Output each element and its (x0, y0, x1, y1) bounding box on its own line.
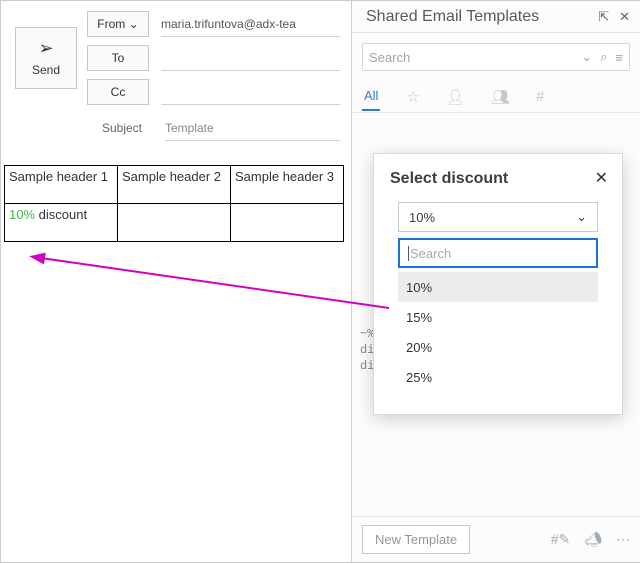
cc-value[interactable] (161, 79, 340, 105)
discount-options: 10% 15% 20% 25% (398, 272, 598, 392)
compose-pane: ➢ Send From ⌄ maria.trifuntova@adx-tea T… (1, 1, 350, 562)
search-placeholder: Search (408, 246, 451, 261)
pin-icon[interactable]: ⇱ (598, 9, 609, 25)
chevron-down-icon[interactable]: ⌄ (581, 49, 592, 65)
chevron-down-icon: ⌄ (129, 17, 139, 31)
discount-option[interactable]: 10% (398, 272, 598, 302)
discount-value: 10% (9, 207, 35, 222)
discount-search-input[interactable]: Search (398, 238, 598, 268)
panel-bottom-bar: New Template #✎ 📣︎ ⋯ (352, 516, 640, 562)
dialog-close-icon[interactable]: ✕ (595, 168, 608, 188)
panel-title-text: Shared Email Templates (366, 8, 588, 26)
discount-word: discount (39, 207, 87, 222)
to-value[interactable] (161, 45, 340, 71)
table-header-cell: Sample header 2 (118, 166, 231, 204)
select-discount-dialog: ✕ Select discount 10% ⌄ Search 10% 15% 2… (373, 153, 623, 415)
megaphone-icon[interactable]: 📣︎ (584, 531, 602, 548)
subject-value[interactable]: Template (165, 115, 340, 141)
people-icon[interactable]: 👥︎ (491, 88, 510, 106)
send-label: Send (32, 63, 60, 77)
discount-option[interactable]: 20% (398, 332, 598, 362)
tab-all[interactable]: All (362, 82, 380, 111)
table-row: 10% discount (5, 204, 344, 242)
star-icon[interactable]: ☆ (406, 88, 419, 106)
settings-icon[interactable]: ≡ (615, 50, 623, 65)
search-icon[interactable]: ⌕ (600, 49, 607, 65)
from-button[interactable]: From ⌄ (87, 11, 149, 37)
table-header-row: Sample header 1 Sample header 2 Sample h… (5, 166, 344, 204)
person-icon[interactable]: 👤︎ (446, 88, 465, 106)
table-cell (118, 204, 231, 242)
tag-icon[interactable]: #✎ (551, 531, 571, 548)
from-value: maria.trifuntova@adx-tea (161, 11, 340, 37)
hash-icon[interactable]: # (536, 88, 544, 105)
panel-search[interactable]: Search ⌄ ⌕ ≡ (362, 43, 630, 71)
panel-search-placeholder: Search (369, 50, 581, 65)
subject-label: Subject (91, 121, 153, 135)
email-body[interactable]: Sample header 1 Sample header 2 Sample h… (1, 150, 350, 245)
dialog-title: Select discount (390, 170, 606, 188)
sample-table: Sample header 1 Sample header 2 Sample h… (4, 165, 344, 242)
chevron-down-icon: ⌄ (576, 209, 587, 225)
table-cell (231, 204, 344, 242)
to-button[interactable]: To (87, 45, 149, 71)
table-header-cell: Sample header 1 (5, 166, 118, 204)
more-icon[interactable]: ⋯ (616, 531, 630, 548)
table-header-cell: Sample header 3 (231, 166, 344, 204)
table-cell-discount: 10% discount (5, 204, 118, 242)
send-button[interactable]: ➢ Send (15, 27, 77, 89)
discount-option[interactable]: 25% (398, 362, 598, 392)
new-template-button[interactable]: New Template (362, 525, 470, 554)
discount-select[interactable]: 10% ⌄ (398, 202, 598, 232)
panel-tabs: All ☆ 👤︎ 👥︎ # (352, 81, 640, 113)
cc-button[interactable]: Cc (87, 79, 149, 105)
send-icon: ➢ (38, 39, 53, 57)
close-icon[interactable]: ✕ (619, 9, 630, 25)
discount-option[interactable]: 15% (398, 302, 598, 332)
select-value: 10% (409, 210, 576, 225)
